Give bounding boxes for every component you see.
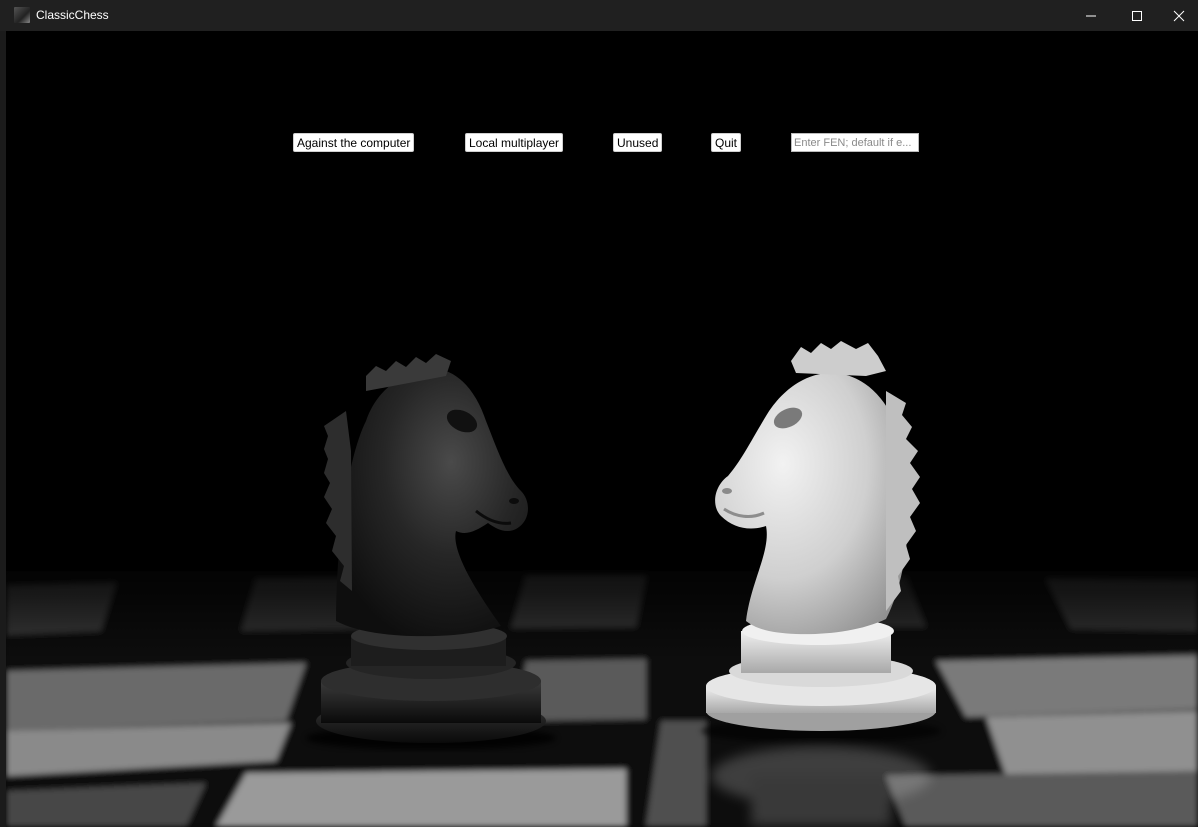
chess-knights-background [6, 31, 1198, 827]
unused-button[interactable]: Unused [613, 133, 663, 152]
against-computer-button[interactable]: Against the computer [293, 133, 415, 152]
app-window: ClassicChess Against the computer Local … [0, 0, 1198, 827]
minimize-icon [1086, 15, 1096, 16]
window-title: ClassicChess [36, 8, 109, 22]
local-multiplayer-button[interactable]: Local multiplayer [465, 133, 564, 152]
quit-button[interactable]: Quit [711, 133, 742, 152]
close-button[interactable] [1160, 0, 1198, 31]
close-icon [1173, 10, 1185, 21]
maximize-button[interactable] [1114, 0, 1160, 31]
main-menu-panel: Against the computer Local multiplayer U… [6, 31, 1198, 827]
maximize-icon [1132, 10, 1142, 21]
title-bar[interactable]: ClassicChess [0, 0, 1198, 31]
knight-icon [14, 7, 30, 23]
fen-input[interactable] [791, 133, 919, 152]
minimize-button[interactable] [1068, 0, 1114, 31]
